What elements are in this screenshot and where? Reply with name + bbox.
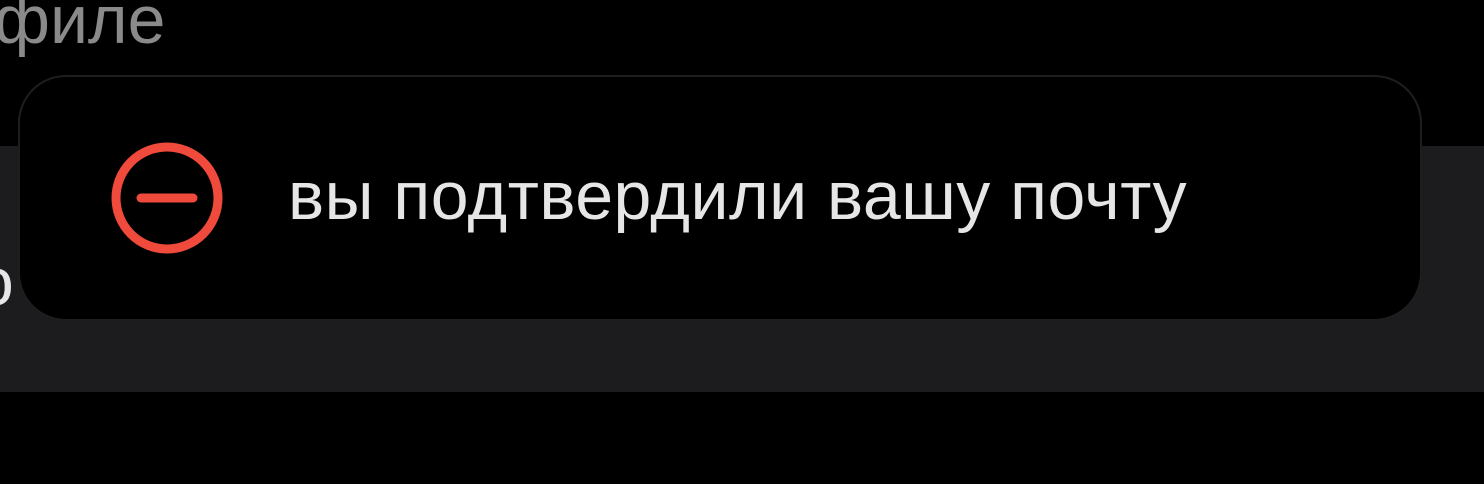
notification-toast[interactable]: вы подтвердили вашу почту [18, 75, 1422, 321]
background-label: филе [0, 0, 166, 58]
screen: филе о вы подтвердили вашу почту [0, 0, 1484, 484]
minus-circle-icon [111, 142, 223, 254]
background-panel-text: о [0, 248, 14, 316]
toast-message: вы подтвердили вашу почту [288, 158, 1188, 234]
